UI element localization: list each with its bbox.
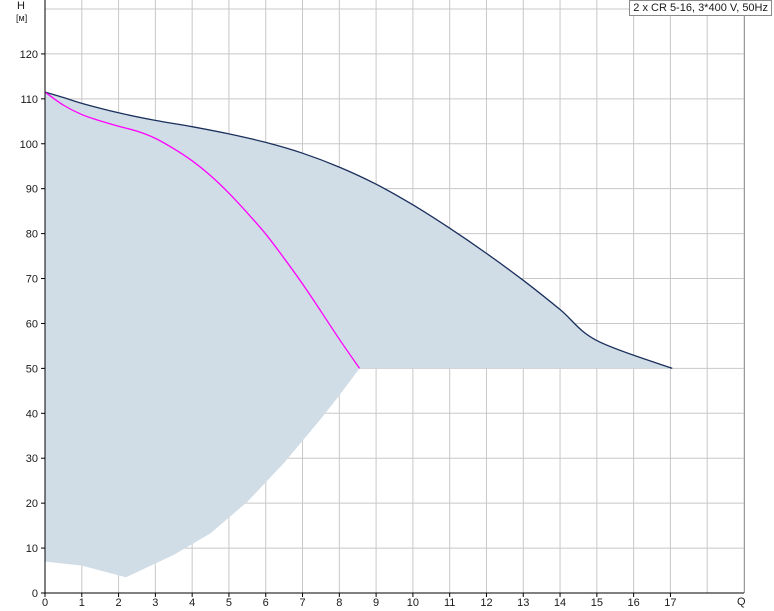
x-tick-label: 3: [152, 597, 158, 609]
x-tick-label: 17: [664, 597, 676, 609]
y-tick-label: 10: [26, 543, 38, 555]
x-tick-label: 13: [517, 597, 529, 609]
y-tick-labels: 0 10 20 30 40 50 60 70 80 90 100 110 120: [20, 49, 38, 600]
y-tick-label: 110: [20, 94, 38, 106]
y-tick-label: 50: [26, 363, 38, 375]
y-tick-label: 70: [26, 274, 38, 286]
x-tick-label: 10: [407, 597, 419, 609]
x-tick-label: 16: [628, 597, 640, 609]
x-tick-labels: 0 1 2 3 4 5 6 7 8 9 10 11 12 13 14 15 16 17: [42, 597, 677, 609]
x-tick-label: 12: [480, 597, 492, 609]
x-tick-label: 9: [373, 597, 379, 609]
y-tick-label: 20: [26, 498, 38, 510]
chart-title-legend: 2 x CR 5-16, 3*400 V, 50Hz: [629, 0, 772, 16]
y-axis-label: H: [17, 0, 25, 12]
y-tick-label: 60: [26, 318, 38, 330]
x-tick-label: 11: [444, 597, 455, 609]
x-tick-label: 1: [79, 597, 85, 609]
y-tick-label: 30: [26, 453, 38, 465]
y-tick-label: 40: [26, 408, 38, 420]
x-tick-label: 4: [189, 597, 195, 609]
x-tick-label: 15: [591, 597, 603, 609]
x-tick-label: 0: [42, 597, 48, 609]
x-tick-label: 5: [226, 597, 232, 609]
y-tick-label: 90: [26, 184, 38, 196]
x-tick-label: 8: [336, 597, 342, 609]
y-axis-unit: [м]: [16, 13, 27, 23]
operating-range-area: [45, 92, 673, 578]
y-tick-label: 100: [20, 139, 38, 151]
x-tick-label: 2: [116, 597, 122, 609]
pump-curve-chart: 0 1 2 3 4 5 6 7 8 9 10 11 12 13 14 15 16 17 0102030405060…: [16, 0, 746, 609]
y-tick-label: 0: [32, 588, 38, 600]
y-tick-label: 120: [20, 49, 38, 61]
x-axis-label: Q: [737, 596, 746, 608]
y-tick-label: 80: [26, 229, 38, 241]
operating-area: [45, 92, 673, 578]
x-tick-label: 14: [554, 597, 566, 609]
x-tick-label: 7: [299, 597, 305, 609]
x-tick-label: 6: [263, 597, 269, 609]
